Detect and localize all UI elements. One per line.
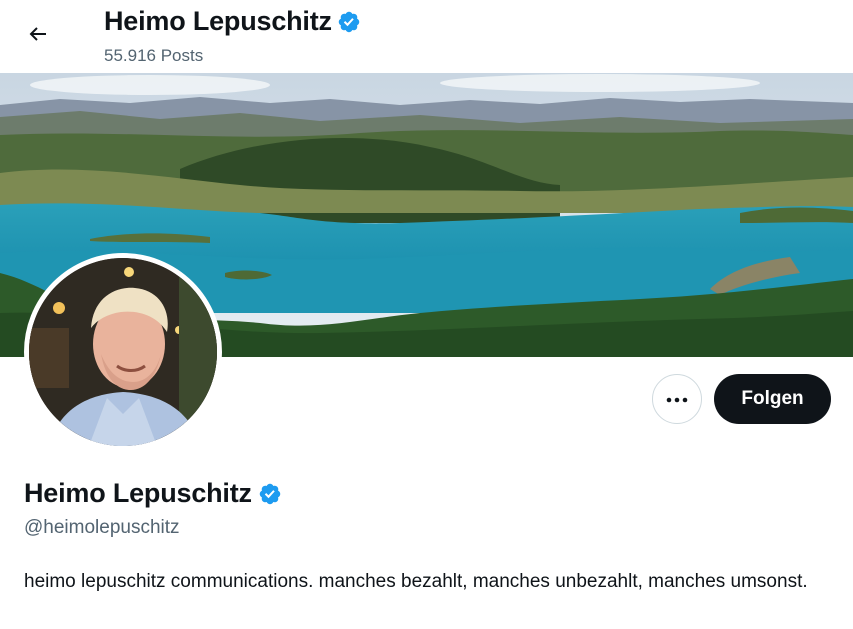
header-name: Heimo Lepuschitz [104,6,332,36]
follow-button[interactable]: Folgen [714,374,831,424]
posts-count: 55.916 Posts [104,46,204,65]
verified-badge-icon[interactable] [258,482,282,506]
profile-avatar[interactable] [24,253,222,451]
profile-name: Heimo Lepuschitz [24,478,252,508]
profile-handle: @heimolepuschitz [24,517,180,538]
verified-badge-icon[interactable] [337,10,361,34]
more-horizontal-icon [666,390,688,408]
arrow-left-icon [26,22,50,51]
back-button[interactable] [18,16,58,56]
profile-name-row: Heimo Lepuschitz [24,478,282,509]
more-options-button[interactable] [652,374,702,424]
header-title-row: Heimo Lepuschitz [104,6,361,37]
profile-top-bar: Heimo Lepuschitz 55.916 Posts [0,0,853,73]
profile-bio: heimo lepuschitz communications. manches… [24,571,808,592]
